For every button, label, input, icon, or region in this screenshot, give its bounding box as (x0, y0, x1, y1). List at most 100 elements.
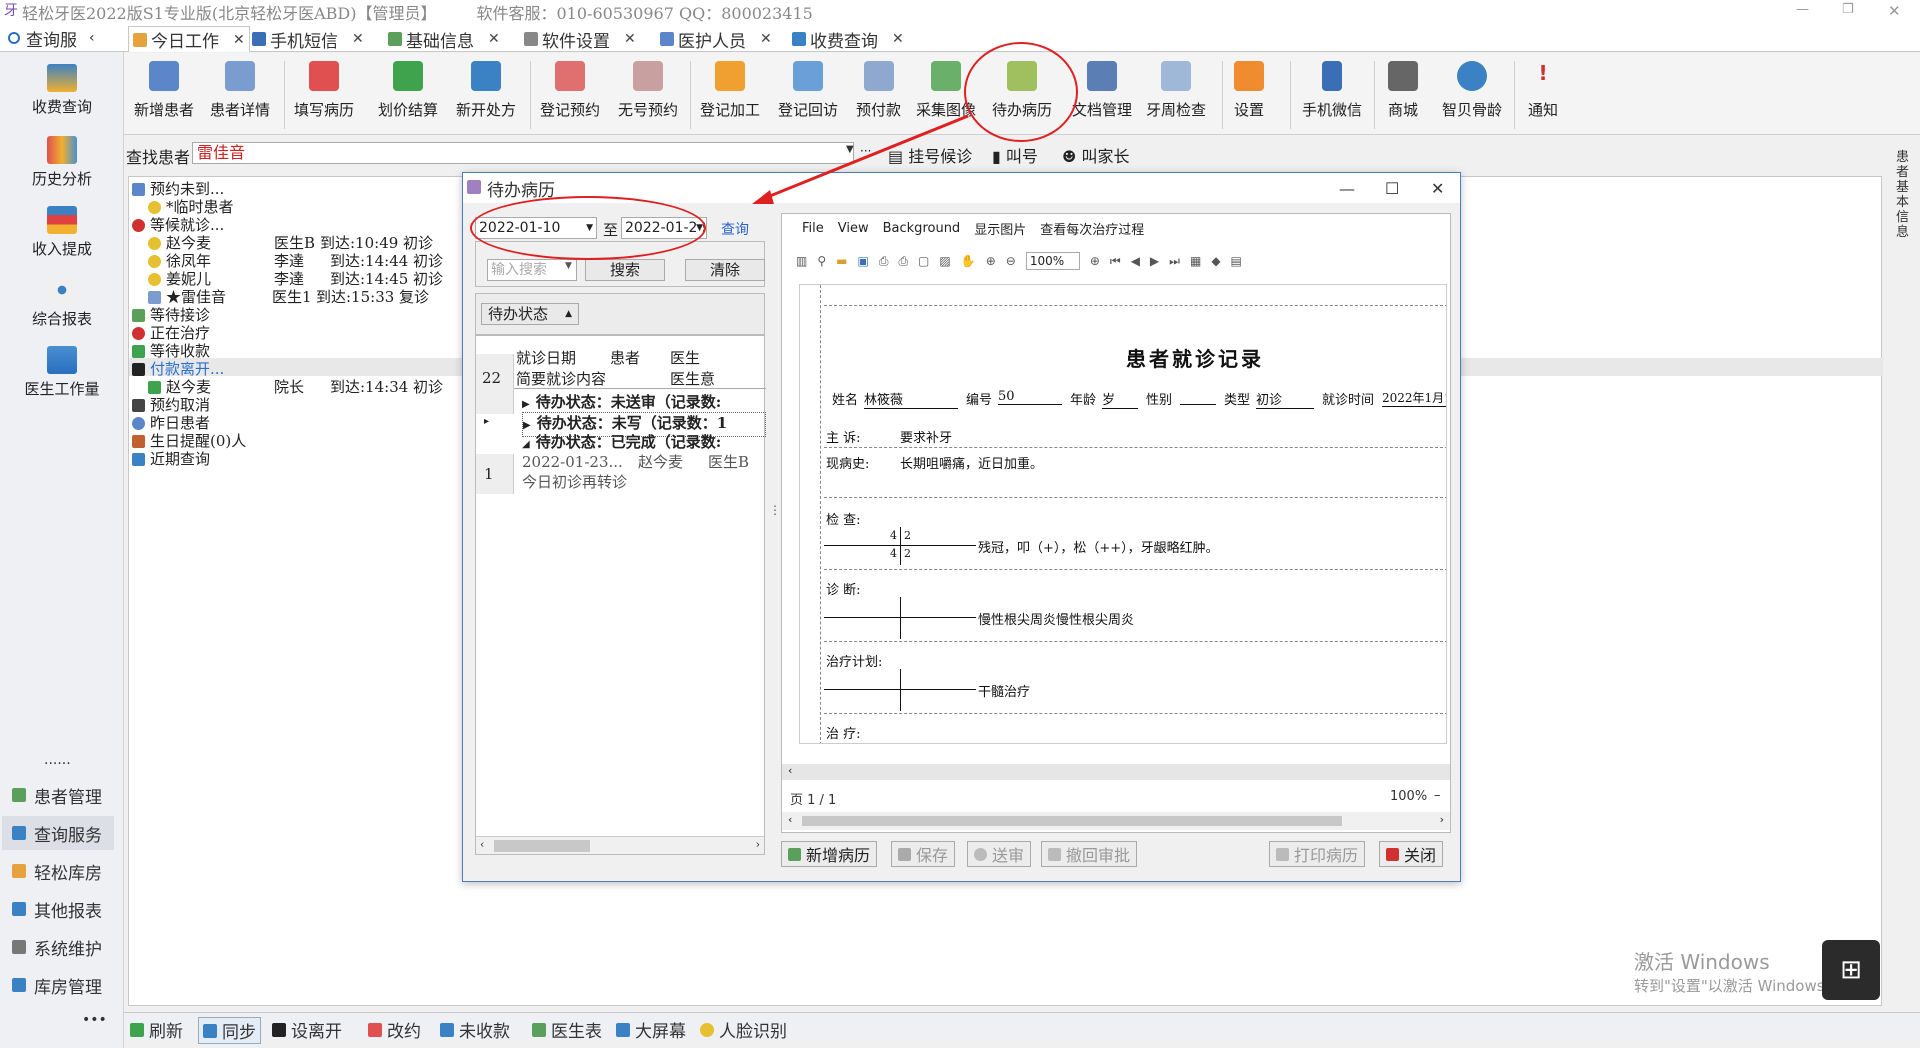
splitter-handle[interactable]: ⋮ (769, 503, 781, 517)
sidebar-btn-history[interactable]: 历史分析 (8, 136, 116, 189)
print-setup-icon[interactable]: ⎙ (898, 254, 908, 269)
zoom-minus-icon[interactable]: – (1434, 788, 1441, 803)
side-header[interactable]: 查询服 ‹ (0, 24, 124, 52)
patient-info-rail-label[interactable]: 患者基本信息 (1896, 150, 1912, 240)
close-icon[interactable]: ✕ (1888, 2, 1901, 20)
col-visit-date[interactable]: 就诊日期 (516, 348, 604, 368)
hand-icon[interactable]: ✋ (961, 254, 976, 268)
sidebar-btn-income[interactable]: 收入提成 (8, 206, 116, 259)
dropdown-arrow-icon[interactable]: ▼ (846, 144, 858, 162)
new-record-button[interactable]: 新增病历 (781, 841, 878, 867)
tab-basic-info[interactable]: 基础信息 ✕ (384, 26, 504, 52)
page-scrollbar[interactable]: ‹ (782, 764, 1450, 780)
close-button[interactable]: 关闭 (1379, 841, 1444, 867)
save-icon[interactable]: ▣ (857, 254, 868, 268)
call-parent-button[interactable]: ☻ 叫家长 (1062, 143, 1129, 167)
menu-view[interactable]: View (838, 221, 869, 236)
scroll-thumb[interactable] (802, 816, 1342, 826)
fill-icon[interactable]: ◆ (1211, 254, 1220, 268)
settings-button[interactable]: 设置 (1234, 61, 1264, 120)
binoculars-icon[interactable]: ⚲ (817, 254, 826, 268)
tree-item[interactable]: 等候就诊... (132, 216, 224, 234)
prev-page-icon[interactable]: ◀ (1131, 254, 1140, 268)
horizontal-scrollbar[interactable]: ‹ › (476, 836, 764, 854)
zoom-in-icon[interactable]: ⊕ (1090, 254, 1100, 268)
viewer-h-scrollbar[interactable]: ‹ › (782, 812, 1450, 830)
tree-item[interactable]: 预约未到... (132, 180, 224, 198)
zoom-select[interactable]: 100% (1025, 252, 1080, 270)
page-setup-icon[interactable]: ▢ (918, 254, 929, 268)
search-button[interactable]: 搜索 (585, 259, 665, 281)
last-page-icon[interactable]: ⏭ (1169, 254, 1180, 269)
tree-item[interactable]: 等待收款 (132, 342, 210, 360)
tree-item[interactable]: 徐凤年 李達 到达:14:44 初诊 (148, 252, 443, 270)
row-summary[interactable]: 今日初诊再转诊 (522, 472, 702, 492)
scroll-right-icon[interactable]: › (756, 838, 760, 851)
set-leave-button[interactable]: 设离开 (272, 1017, 342, 1042)
open-icon[interactable]: ▬ (836, 254, 847, 268)
menu-file[interactable]: File (802, 221, 824, 236)
close-icon[interactable]: ✕ (1431, 179, 1444, 198)
document-mgmt-button[interactable]: 文档管理 (1072, 61, 1132, 120)
clear-button[interactable]: 清除 (685, 259, 765, 281)
doc-icon[interactable]: ▤ (1231, 254, 1242, 268)
face-recognition-button[interactable]: 人脸识别 (700, 1017, 787, 1042)
tree-item[interactable]: 等待接诊 (132, 306, 210, 324)
tree-item[interactable]: 姜妮儿 李達 到达:14:45 初诊 (148, 270, 443, 288)
tree-item[interactable]: 预约取消 (132, 396, 210, 414)
scroll-thumb[interactable] (494, 840, 590, 852)
print-icon[interactable]: ⎙ (879, 254, 889, 269)
maximize-icon[interactable]: ☐ (1385, 179, 1399, 198)
zoom-out-icon[interactable]: ⊖ (1006, 254, 1016, 268)
tree-item[interactable]: *临时患者 (148, 198, 234, 216)
dropdown-arrow-icon[interactable]: ▼ (565, 261, 572, 271)
menu-background[interactable]: Background (883, 221, 961, 236)
tab-sms[interactable]: 手机短信 ✕ (248, 26, 368, 52)
ellipsis-button[interactable]: ··· (860, 144, 871, 158)
close-tab-icon[interactable]: ✕ (352, 31, 364, 47)
patient-detail-button[interactable]: 患者详情 (210, 61, 270, 120)
row-patient[interactable]: 赵今麦 (638, 452, 702, 472)
first-page-icon[interactable]: ⏮ (1110, 254, 1121, 269)
scroll-left-icon[interactable]: ‹ (788, 813, 792, 826)
submit-review-button[interactable]: 送审 (967, 841, 1032, 867)
scroll-right-icon[interactable]: › (1440, 813, 1444, 826)
tab-today[interactable]: 今日工作 ✕ (128, 26, 250, 52)
next-page-icon[interactable]: ▶ (1150, 254, 1159, 268)
tree-item[interactable]: 昨日患者 (132, 414, 210, 432)
query-link[interactable]: 查询 (721, 219, 749, 239)
scroll-left-icon[interactable]: ‹ (480, 838, 484, 851)
status-group-header[interactable]: 待办状态 ▲ (481, 303, 579, 325)
big-screen-button[interactable]: 大屏幕 (616, 1017, 686, 1042)
zoom-icon[interactable]: ⊕ (986, 254, 996, 268)
withdraw-approval-button[interactable]: 撤回审批 (1041, 841, 1138, 867)
more-icon[interactable]: ••• (82, 1012, 107, 1028)
close-tab-icon[interactable]: ✕ (233, 32, 245, 48)
new-document-button[interactable]: ⊞ (1822, 940, 1880, 1000)
tree-item[interactable]: 正在治疗 (132, 324, 210, 342)
tree-item[interactable]: 赵今麦 医生B 到达:10:49 初诊 (148, 234, 433, 252)
sync-button[interactable]: 同步 (198, 1017, 261, 1044)
unpaid-button[interactable]: 未收款 (440, 1017, 510, 1042)
followup-button[interactable]: 登记回访 (778, 61, 838, 120)
menu-show-images[interactable]: 显示图片 (974, 219, 1026, 238)
tree-item[interactable]: ★雷佳音 医生1 到达:15:33 复诊 (148, 288, 429, 306)
col-summary[interactable]: 简要就诊内容 (516, 369, 656, 389)
sidebar-btn-doctor-workload[interactable]: 医生工作量 (8, 346, 116, 399)
tab-settings[interactable]: 软件设置 ✕ (520, 26, 640, 52)
prescription-button[interactable]: 新开处方 (456, 61, 516, 120)
reschedule-button[interactable]: 改约 (368, 1017, 421, 1042)
col-doctor-opinion[interactable]: 医生意 (670, 369, 724, 389)
tree-item[interactable]: 近期查询 (132, 450, 210, 468)
sidebar-item-other-reports[interactable]: 其他报表 (2, 892, 114, 926)
doctor-table-button[interactable]: 医生表 (532, 1017, 602, 1042)
write-record-button[interactable]: 填写病历 (294, 61, 354, 120)
call-number-button[interactable]: ▮ 叫号 (992, 143, 1038, 167)
col-patient[interactable]: 患者 (610, 348, 660, 368)
print-record-button[interactable]: 打印病历 (1269, 841, 1366, 867)
close-tab-icon[interactable]: ✕ (488, 31, 500, 47)
tree-item[interactable]: 付款离开... (132, 360, 224, 378)
tree-item[interactable]: 赵今麦 院长 到达:14:34 初诊 (148, 378, 443, 396)
restore-icon[interactable]: ❐ (1842, 2, 1854, 17)
minimize-icon[interactable]: — (1796, 2, 1809, 17)
